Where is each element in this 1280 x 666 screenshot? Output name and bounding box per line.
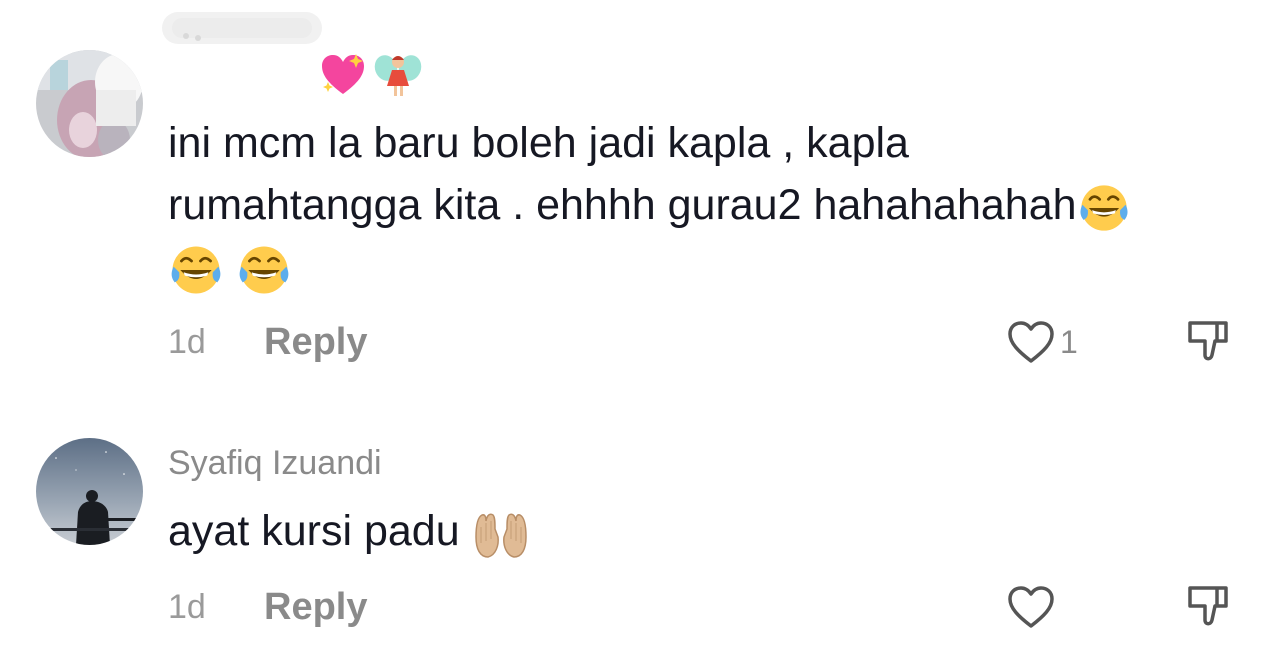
dislike-icon[interactable] — [1184, 317, 1234, 367]
username-emojis — [318, 48, 422, 102]
fairy-icon — [374, 55, 422, 96]
comment-item: Syafiq Izuandi ayat kursi padu 1d Reply — [0, 400, 1280, 666]
comment-text: ini mcm la baru boleh jadi kapla , kapla… — [168, 112, 1228, 298]
like-button[interactable]: 1 — [1006, 317, 1078, 367]
tears-of-joy-icon — [1078, 183, 1129, 232]
comment-text: ayat kursi padu — [168, 500, 1228, 562]
reply-button[interactable]: Reply — [264, 586, 367, 629]
comment-meta: 1d Reply — [168, 317, 367, 367]
username[interactable]: Syafiq Izuandi — [168, 444, 382, 483]
sparkling-heart-icon — [322, 54, 364, 94]
comment-item: ini mcm la baru boleh jadi kapla , kapla… — [0, 0, 1280, 400]
comment-time: 1d — [168, 322, 206, 361]
avatar[interactable] — [36, 50, 143, 157]
like-button[interactable] — [1006, 582, 1060, 632]
tears-of-joy-icon — [238, 244, 290, 295]
comment-meta: 1d Reply — [168, 582, 367, 632]
comment-text-line: rumahtangga kita . ehhhh gurau2 hahahaha… — [168, 174, 1228, 236]
dislike-icon[interactable] — [1184, 582, 1234, 632]
like-count: 1 — [1060, 323, 1078, 360]
comment-text-line: ini mcm la baru boleh jadi kapla , kapla — [168, 119, 909, 167]
tears-of-joy-icon — [170, 244, 222, 295]
heart-icon — [1008, 586, 1054, 628]
redacted-username — [162, 12, 322, 44]
avatar[interactable] — [36, 438, 143, 545]
comment-time: 1d — [168, 587, 206, 626]
palms-up-together-icon — [474, 513, 527, 558]
heart-icon — [1008, 321, 1054, 363]
reply-button[interactable]: Reply — [264, 321, 367, 364]
comment-emoji-line — [168, 236, 1228, 298]
